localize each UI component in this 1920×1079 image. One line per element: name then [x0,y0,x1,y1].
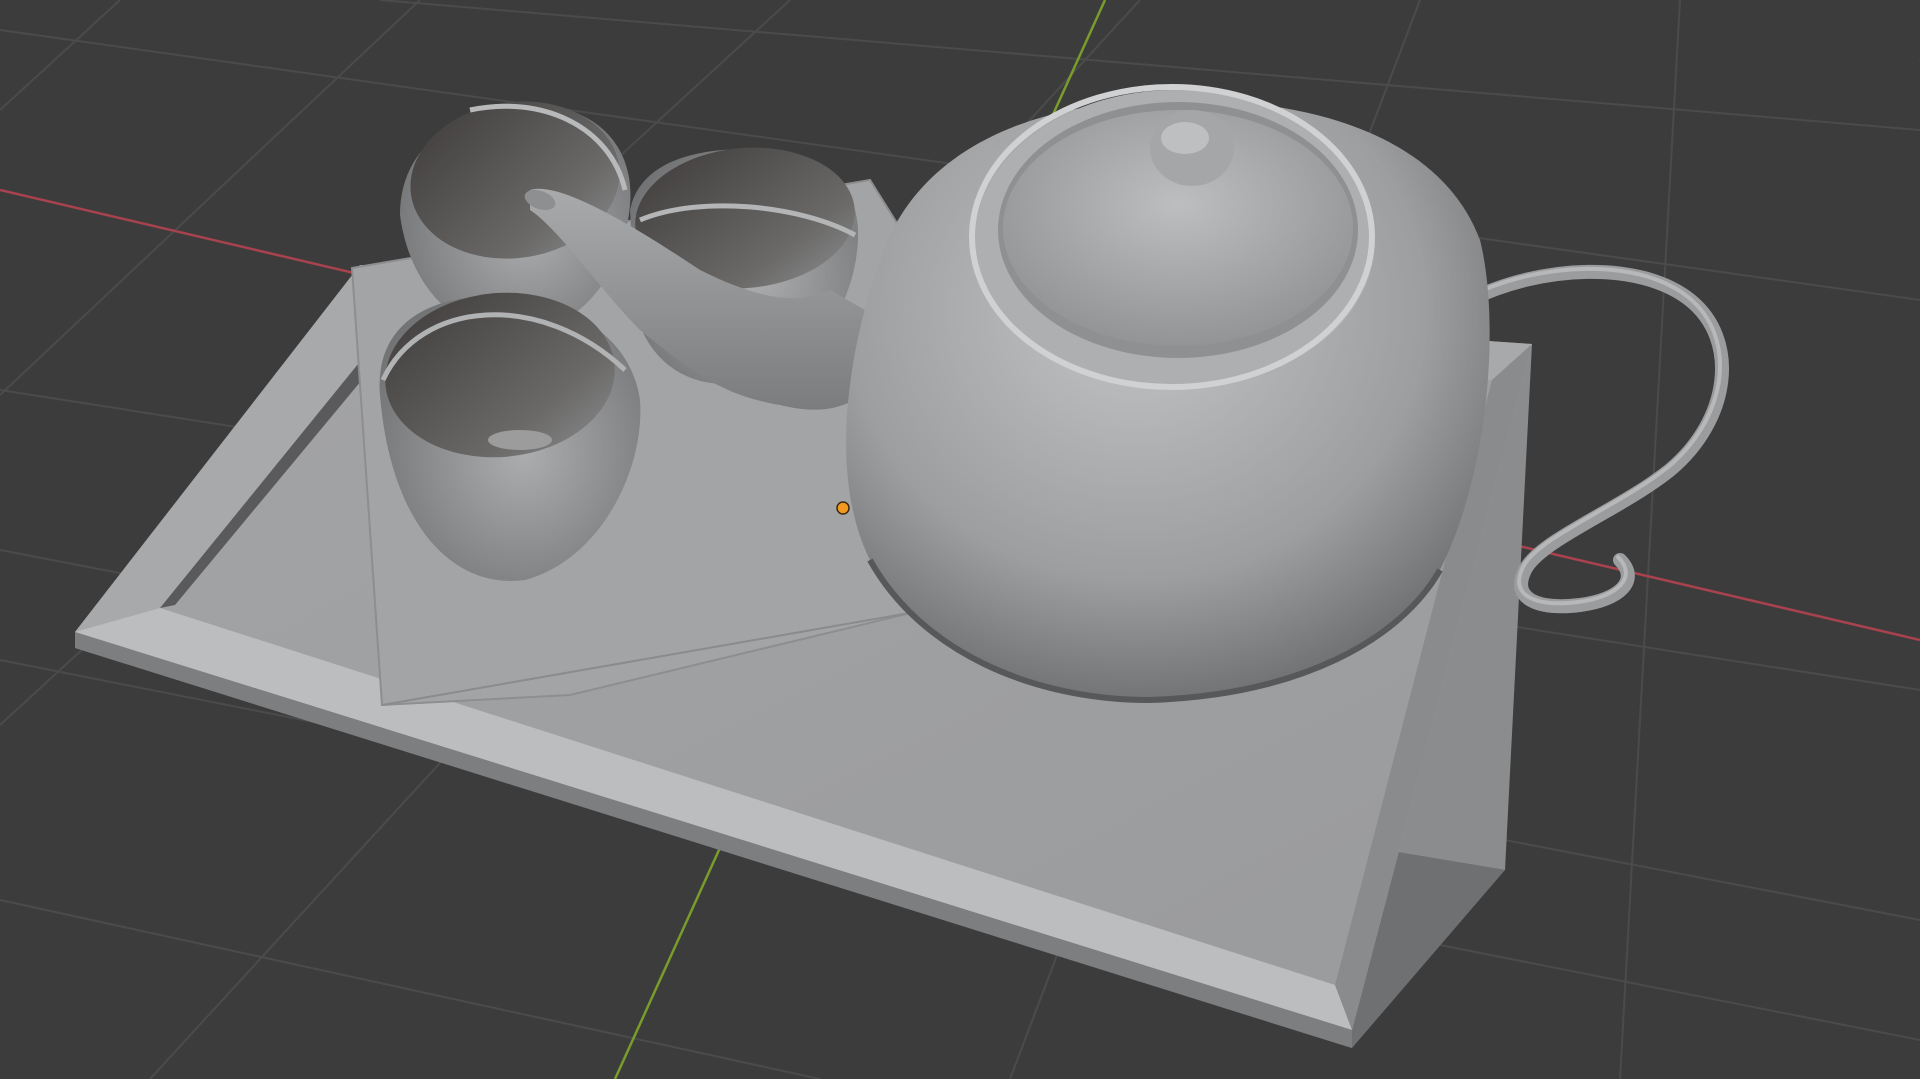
3d-viewport[interactable] [0,0,1920,1079]
teapot-mesh[interactable] [846,84,1490,704]
viewport-canvas[interactable] [0,0,1920,1079]
object-origin-dot[interactable] [836,501,850,515]
